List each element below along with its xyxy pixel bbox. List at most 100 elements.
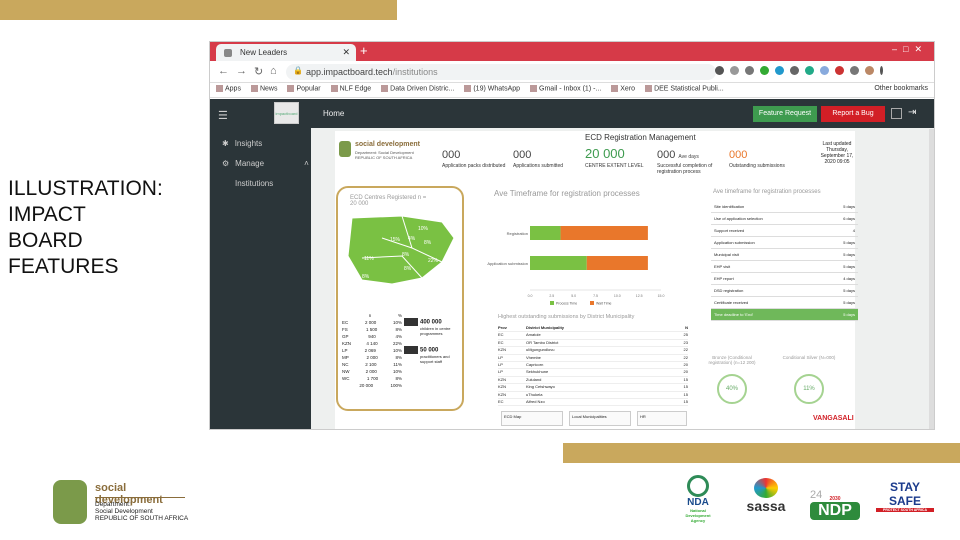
hamburger-menu-icon[interactable]: ☰ bbox=[218, 109, 228, 122]
province-row: WC 1 700 8% bbox=[342, 376, 402, 383]
category-label: Registration bbox=[507, 231, 528, 236]
kpi-outstanding: 000 Outstanding submissions bbox=[729, 149, 785, 169]
bar-process-time bbox=[530, 226, 561, 240]
top-nav: impactboard Home Feature Request Report … bbox=[274, 99, 934, 128]
ext-cloud-icon[interactable] bbox=[820, 66, 829, 75]
table-row: EC Amatole 25 bbox=[498, 332, 688, 340]
cell: 4 140 bbox=[366, 341, 378, 346]
home-link[interactable]: Home bbox=[323, 109, 344, 118]
url-bar: ← → ↻ ⌂ 🔒 app.impactboard.tech/institutio… bbox=[210, 61, 934, 83]
bookmark-item[interactable]: NLF Edge bbox=[330, 85, 371, 95]
process-cell: 4 bbox=[852, 228, 855, 233]
logout-icon[interactable]: ⇥ bbox=[908, 107, 916, 118]
timeframe-chart: Registration Application submission 0.0 2.5… bbox=[487, 226, 664, 306]
process-list-title: Ave timeframe for registration processes bbox=[713, 189, 821, 195]
process-row: DSD registration 5 days bbox=[711, 285, 858, 297]
ext-green-icon[interactable] bbox=[760, 66, 769, 75]
home-icon[interactable]: ⌂ bbox=[270, 65, 277, 77]
sidebar-item-manage[interactable]: ⚙ Manage ˄ bbox=[222, 159, 309, 168]
process-list: Site identification 5 days Use of applicat… bbox=[711, 201, 858, 321]
key-icon[interactable] bbox=[715, 66, 724, 75]
bookmark-item[interactable]: Gmail - Inbox (1) -... bbox=[530, 85, 601, 95]
process-cell: Support received bbox=[714, 228, 745, 233]
address-input[interactable]: 🔒 app.impactboard.tech/institutions bbox=[286, 64, 716, 80]
map-percent-label: 4% bbox=[408, 236, 416, 242]
cell: WC bbox=[342, 376, 350, 381]
table-cell: KZN bbox=[498, 391, 506, 397]
bronze-title: Bronze (Conditional registration) (n=12 … bbox=[708, 355, 756, 365]
bottom-gold-bar bbox=[563, 443, 960, 463]
sidebar: ☰ ✱ Insights ⚙ Manage ˄ Institutions bbox=[210, 99, 311, 429]
user-icon[interactable] bbox=[891, 108, 902, 119]
process-row: Use of application selection 6 days bbox=[711, 213, 858, 225]
nda-logo: NDA National Development Agency bbox=[678, 475, 718, 523]
ext-teal-icon[interactable] bbox=[805, 66, 814, 75]
main-content: impactboard Home Feature Request Report … bbox=[274, 99, 934, 429]
feature-request-button[interactable]: Feature Request bbox=[753, 106, 817, 122]
table-cell: 15 bbox=[683, 398, 688, 404]
table-cell: uThukela bbox=[526, 391, 543, 397]
province-row: EC 2 000 10% bbox=[342, 320, 402, 327]
close-tab-icon[interactable]: ✕ bbox=[342, 47, 350, 58]
process-row: Site identification 5 days bbox=[711, 201, 858, 213]
url-path: /institutions bbox=[392, 67, 438, 77]
table-cell: LP bbox=[498, 354, 503, 360]
cell: NW bbox=[342, 369, 350, 374]
cell: 10% bbox=[392, 369, 402, 374]
cell: FS bbox=[342, 327, 348, 332]
process-cell: 4 days bbox=[843, 276, 855, 281]
process-cell: Application submission bbox=[714, 240, 755, 245]
map-title: ECD Centres Registered n = 20 000 bbox=[350, 195, 427, 207]
cell: MP bbox=[342, 355, 349, 360]
legend-label: Wait Time bbox=[596, 302, 611, 306]
bookmark-icon bbox=[250, 85, 258, 92]
bookmark-item[interactable]: Data Driven Distric... bbox=[381, 85, 454, 95]
cell: 2 069 bbox=[364, 348, 376, 353]
bookmark-icon bbox=[287, 85, 295, 92]
other-bookmarks[interactable]: Other bookmarks bbox=[874, 85, 928, 95]
reload-icon[interactable]: ↻ bbox=[254, 65, 263, 78]
map-percent-label: 22% bbox=[428, 258, 439, 264]
bookmark-icon bbox=[645, 85, 653, 92]
bookmark-item[interactable]: Xero bbox=[611, 85, 635, 95]
bookmark-icon bbox=[216, 85, 223, 92]
star-icon[interactable] bbox=[745, 66, 754, 75]
puzzle-icon[interactable] bbox=[850, 66, 859, 75]
table-row: KZN Zululand 15 bbox=[498, 377, 688, 385]
bookmark-item[interactable]: Popular bbox=[287, 85, 321, 95]
sidebar-item-insights[interactable]: ✱ Insights bbox=[222, 139, 262, 148]
cell: 100% bbox=[390, 383, 402, 388]
province-table: n% EC 2 000 10% FS 1 500 8% GP 940 4% KZN 4 140 22% L… bbox=[342, 313, 402, 390]
scrollbar[interactable] bbox=[929, 129, 934, 429]
table-cell: 22 bbox=[683, 347, 688, 353]
bookmark-item[interactable]: DEE Statistical Publi... bbox=[645, 85, 724, 95]
ext-gray-icon[interactable] bbox=[790, 66, 799, 75]
zoom-icon[interactable] bbox=[730, 66, 739, 75]
people-icon bbox=[404, 318, 418, 326]
report-bug-button[interactable]: Report a Bug bbox=[821, 106, 885, 122]
tab-title: New Leaders bbox=[240, 48, 288, 57]
coat-of-arms-icon bbox=[53, 480, 87, 524]
bulb-icon: ✱ bbox=[222, 139, 229, 148]
window-controls[interactable]: –□✕ bbox=[892, 44, 928, 55]
ext-blue-icon[interactable] bbox=[775, 66, 784, 75]
practitioners-stat: 50 000 practitioners and support staff bbox=[404, 346, 462, 364]
back-icon[interactable]: ← bbox=[218, 65, 229, 77]
bookmark-item[interactable]: News bbox=[250, 85, 277, 95]
cell: GP bbox=[342, 334, 349, 339]
cell: 2 000 bbox=[366, 355, 378, 360]
sidebar-item-institutions[interactable]: Institutions bbox=[235, 179, 273, 188]
bookmark-item[interactable]: (19) WhatsApp bbox=[464, 85, 520, 95]
last-updated: Last updated Thursday, September 17, 202… bbox=[820, 141, 854, 165]
profile-avatar[interactable] bbox=[865, 66, 874, 75]
province-row: MP 2 000 8% bbox=[342, 355, 402, 362]
browser-tab[interactable]: New Leaders ✕ bbox=[216, 44, 356, 61]
cell: EC bbox=[342, 320, 349, 325]
menu-dots-icon[interactable] bbox=[880, 66, 883, 75]
forward-icon[interactable]: → bbox=[236, 65, 247, 77]
extensions-bar bbox=[715, 66, 883, 75]
new-tab-button[interactable]: + bbox=[360, 43, 368, 58]
table-cell: 15 bbox=[683, 391, 688, 397]
bookmark-item[interactable]: Apps bbox=[216, 85, 241, 95]
ext-red-icon[interactable] bbox=[835, 66, 844, 75]
